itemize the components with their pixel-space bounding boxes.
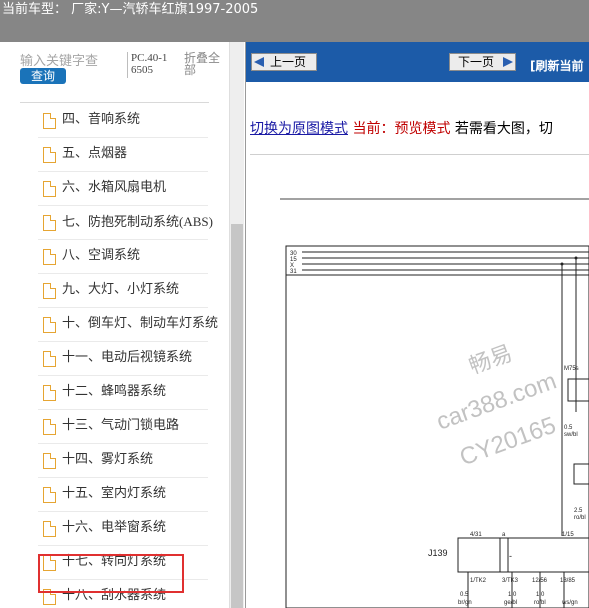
sidebar-item-interior-lights[interactable]: 十五、室内灯系统 xyxy=(38,478,208,512)
selection-highlight xyxy=(38,554,184,593)
sidebar-item-power-mirrors[interactable]: 十一、电动后视镜系统 xyxy=(38,342,208,376)
title-bar: 当前车型： 厂家:Y—汽轿车红旗1997-2005 xyxy=(0,0,589,42)
sidebar-item-buzzer[interactable]: 十二、蜂鸣器系统 xyxy=(38,376,208,410)
document-icon xyxy=(43,215,56,231)
sidebar-item-label: 十六、电举窗系统 xyxy=(62,520,167,535)
sidebar-item-headlights[interactable]: 九、大灯、小灯系统 xyxy=(38,274,208,308)
pc-code: PC.40-16505 xyxy=(131,52,168,76)
sidebar-item-audio[interactable]: 四、音响系统 xyxy=(38,104,208,138)
collapse-all-link[interactable]: 折叠全部 xyxy=(184,52,222,76)
document-icon xyxy=(43,249,56,265)
component-label: 0.5 xyxy=(460,592,469,598)
sidebar-item-label: 十二、蜂鸣器系统 xyxy=(62,384,167,399)
sidebar-scrollbar[interactable] xyxy=(229,42,244,608)
hint-text: 若需看大图，切 xyxy=(454,121,553,137)
component-label: 0.5 xyxy=(564,425,573,431)
sidebar-item-label: 十五、室内灯系统 xyxy=(62,486,167,501)
component-label: 1.0 xyxy=(508,592,517,598)
arrow-right-icon xyxy=(503,57,513,67)
divider xyxy=(127,52,128,78)
component-label: sw/bl xyxy=(564,432,578,438)
component-label: ws/gn xyxy=(561,600,578,606)
component-label: 12/56 xyxy=(532,578,548,584)
sidebar-item-label: 十三、气动门锁电路 xyxy=(62,418,180,433)
component-label: 1/TK2 xyxy=(470,578,487,584)
sidebar-item-label: 九、大灯、小灯系统 xyxy=(62,282,180,297)
bus-label: 31 xyxy=(290,269,297,275)
sidebar-item-radiator-fan[interactable]: 六、水箱风扇电机 xyxy=(38,172,208,206)
sidebar-item-label: 十一、电动后视镜系统 xyxy=(62,350,193,365)
scrollbar-thumb[interactable] xyxy=(231,224,243,608)
component-label: 1.0 xyxy=(536,592,545,598)
sidebar-item-air-conditioning[interactable]: 八、空调系统 xyxy=(38,240,208,274)
component-label: 1/15 xyxy=(562,532,574,538)
svg-text:-: - xyxy=(509,551,512,561)
wiring-diagram[interactable]: 30 15 X 31 M75s 0.5 sw/bl 2.5 ro/bl J139… xyxy=(246,172,589,608)
sidebar-item-label: 四、音响系统 xyxy=(62,112,141,127)
sidebar-item-cigarette-lighter[interactable]: 五、点烟器 xyxy=(38,138,208,172)
next-page-button[interactable]: 下一页 xyxy=(449,53,516,71)
sidebar: 输入关键字查 查询 PC.40-16505 折叠全部 四、音响系统 五、点烟器 … xyxy=(0,42,246,608)
document-icon xyxy=(43,419,56,435)
component-label: 3/TK3 xyxy=(502,578,519,584)
nav-bar: 上一页 下一页 [刷新当前 xyxy=(246,42,589,82)
mode-bar: 切换为原图模式 当前：预览模式 若需看大图，切 xyxy=(250,120,553,138)
current-mode-label: 当前：预览模式 xyxy=(352,121,451,137)
component-label: 2.5 xyxy=(574,508,583,514)
switch-original-mode-link[interactable]: 切换为原图模式 xyxy=(250,121,348,137)
arrow-left-icon xyxy=(254,57,264,67)
sidebar-item-label: 十、倒车灯、制动车灯系统 xyxy=(62,316,219,331)
sidebar-item-door-locks[interactable]: 十三、气动门锁电路 xyxy=(38,410,208,444)
component-label: ro/bl xyxy=(574,515,586,521)
document-icon xyxy=(43,385,56,401)
search-button[interactable]: 查询 xyxy=(20,68,66,84)
component-label: J139 xyxy=(428,548,448,558)
prev-page-button[interactable]: 上一页 xyxy=(251,53,317,71)
page-title: 当前车型： 厂家:Y—汽轿车红旗1997-2005 xyxy=(2,2,259,17)
sidebar-item-abs[interactable]: 七、防抱死制动系统(ABS) xyxy=(38,206,213,240)
sidebar-item-power-windows[interactable]: 十六、电举窗系统 xyxy=(38,512,208,546)
refresh-link[interactable]: [刷新当前 xyxy=(530,57,584,74)
document-icon xyxy=(43,521,56,537)
document-icon xyxy=(43,113,56,129)
component-label: ro/bl xyxy=(534,600,546,606)
component-label: a xyxy=(502,532,506,538)
document-icon xyxy=(43,453,56,469)
sidebar-item-label: 五、点烟器 xyxy=(62,146,128,161)
component-label: 13/85 xyxy=(560,578,576,584)
content-panel: 上一页 下一页 [刷新当前 切换为原图模式 当前：预览模式 若需看大图，切 30… xyxy=(246,42,589,608)
component-label: ge/bl xyxy=(504,600,517,606)
sidebar-item-reverse-brake-lights[interactable]: 十、倒车灯、制动车灯系统 xyxy=(38,308,218,342)
component-label: 4/31 xyxy=(470,532,482,538)
document-icon xyxy=(43,317,56,333)
sidebar-item-fog-lights[interactable]: 十四、雾灯系统 xyxy=(38,444,208,478)
sidebar-item-label: 十四、雾灯系统 xyxy=(62,452,154,467)
document-icon xyxy=(43,487,56,503)
component-label: br/gn xyxy=(458,600,472,606)
divider xyxy=(20,102,209,103)
document-icon xyxy=(43,147,56,163)
sidebar-item-label: 八、空调系统 xyxy=(62,248,141,263)
document-icon xyxy=(43,283,56,299)
divider xyxy=(250,154,589,155)
sidebar-item-label: 六、水箱风扇电机 xyxy=(62,180,167,195)
document-icon xyxy=(43,181,56,197)
document-icon xyxy=(43,351,56,367)
component-label: M75s xyxy=(564,366,579,372)
sidebar-item-label: 七、防抱死制动系统(ABS) xyxy=(62,214,213,229)
